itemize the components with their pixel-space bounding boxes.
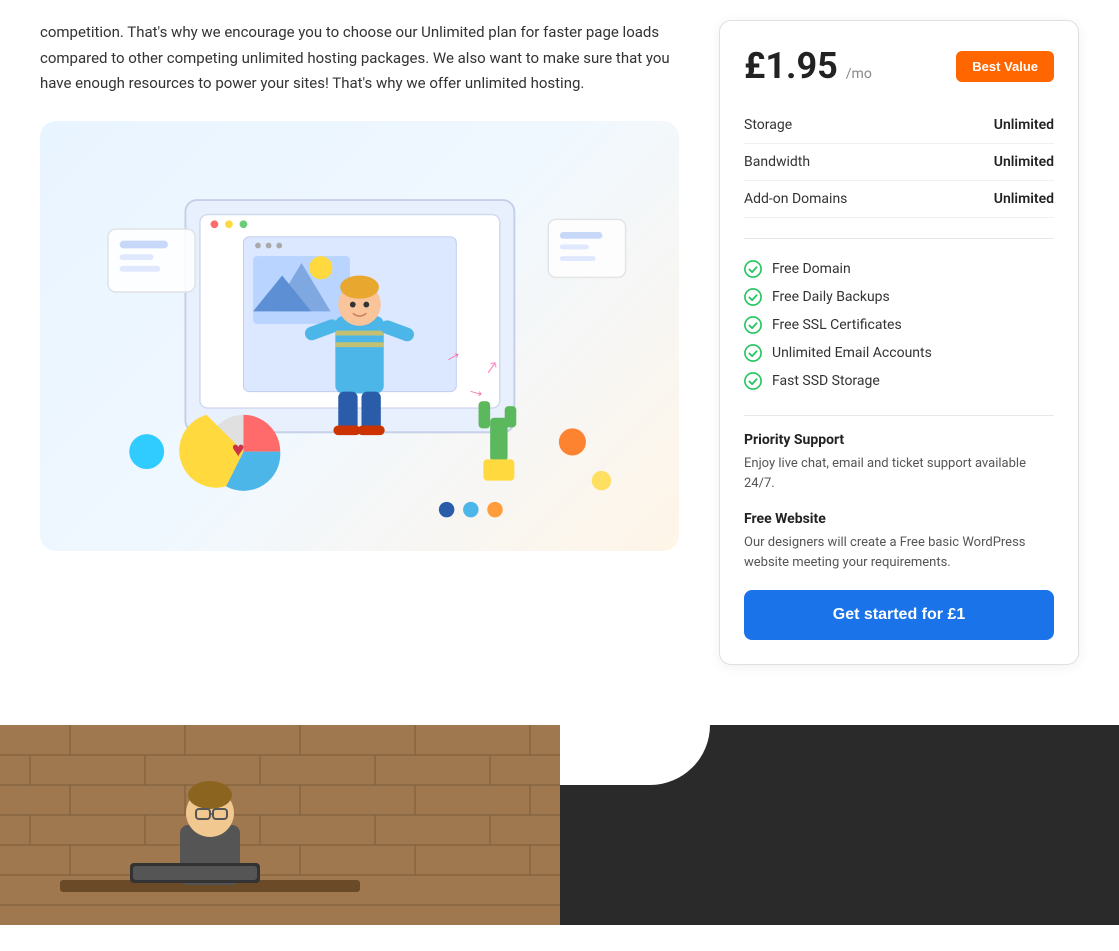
- pricing-card: £1.95 /mo Best Value Storage Unlimited B…: [719, 20, 1079, 665]
- bottom-section: [0, 725, 1119, 925]
- divider-2: [744, 415, 1054, 416]
- specs-table: Storage Unlimited Bandwidth Unlimited Ad…: [744, 107, 1054, 218]
- list-item: Free SSL Certificates: [744, 311, 1054, 339]
- check-icon: [744, 344, 762, 362]
- check-icon: [744, 260, 762, 278]
- spec-value: Unlimited: [940, 181, 1054, 218]
- table-row: Bandwidth Unlimited: [744, 144, 1054, 181]
- person-svg: [0, 725, 560, 925]
- feature-text: Free SSL Certificates: [772, 317, 902, 333]
- feature-text: Fast SSD Storage: [772, 373, 880, 389]
- feature-text: Free Daily Backups: [772, 289, 890, 305]
- left-column: competition. That's why we encourage you…: [40, 20, 679, 551]
- list-item: Unlimited Email Accounts: [744, 339, 1054, 367]
- feature-text: Unlimited Email Accounts: [772, 345, 932, 361]
- priority-support-desc: Enjoy live chat, email and ticket suppor…: [744, 454, 1054, 493]
- price-period: /mo: [846, 66, 872, 82]
- free-website-block: Free Website Our designers will create a…: [744, 511, 1054, 572]
- features-list: Free Domain Free Daily Backups Free SSL …: [744, 255, 1054, 395]
- divider-1: [744, 238, 1054, 239]
- cta-button[interactable]: Get started for £1: [744, 590, 1054, 640]
- price-amount: £1.95: [744, 45, 838, 87]
- priority-support-block: Priority Support Enjoy live chat, email …: [744, 432, 1054, 493]
- illustration-area: → → ↗ ♥: [40, 121, 679, 551]
- svg-text:♥: ♥: [232, 437, 245, 462]
- table-row: Storage Unlimited: [744, 107, 1054, 144]
- list-item: Free Domain: [744, 255, 1054, 283]
- spec-label: Bandwidth: [744, 144, 940, 181]
- price-row: £1.95 /mo Best Value: [744, 45, 1054, 87]
- main-section: competition. That's why we encourage you…: [0, 0, 1119, 725]
- intro-paragraph: competition. That's why we encourage you…: [40, 20, 679, 97]
- best-value-button[interactable]: Best Value: [956, 51, 1054, 82]
- table-row: Add-on Domains Unlimited: [744, 181, 1054, 218]
- spec-value: Unlimited: [940, 107, 1054, 144]
- right-column: £1.95 /mo Best Value Storage Unlimited B…: [719, 20, 1079, 665]
- check-icon: [744, 372, 762, 390]
- priority-support-title: Priority Support: [744, 432, 1054, 448]
- check-icon: [744, 316, 762, 334]
- list-item: Free Daily Backups: [744, 283, 1054, 311]
- illustration-svg: → → ↗ ♥: [72, 142, 647, 529]
- spec-label: Add-on Domains: [744, 181, 940, 218]
- feature-text: Free Domain: [772, 261, 851, 277]
- spec-value: Unlimited: [940, 144, 1054, 181]
- list-item: Fast SSD Storage: [744, 367, 1054, 395]
- price-display: £1.95 /mo: [744, 45, 872, 87]
- free-website-desc: Our designers will create a Free basic W…: [744, 533, 1054, 572]
- check-icon: [744, 288, 762, 306]
- bottom-image: [0, 725, 560, 925]
- spec-label: Storage: [744, 107, 940, 144]
- free-website-title: Free Website: [744, 511, 1054, 527]
